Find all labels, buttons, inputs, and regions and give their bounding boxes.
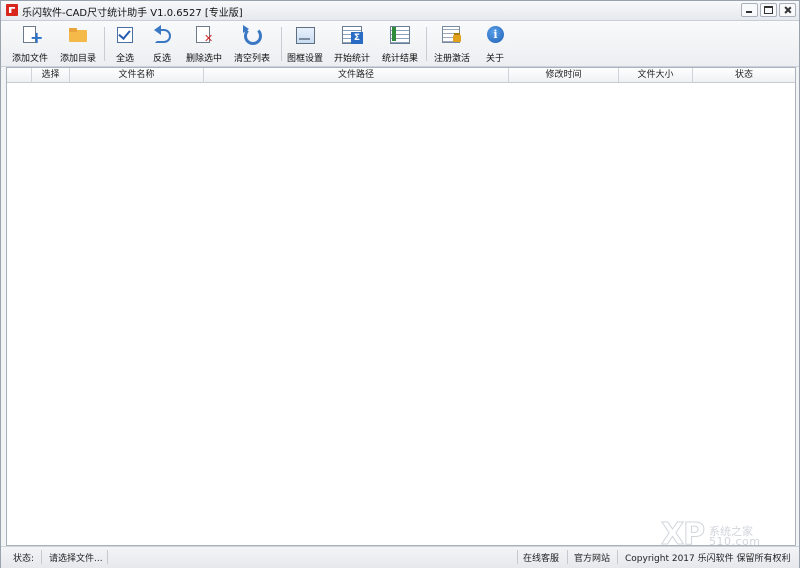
- folder-icon: [67, 24, 89, 46]
- lock-icon: [441, 24, 463, 46]
- row-indicator-header: [7, 68, 32, 82]
- toolbar-separator: [281, 27, 282, 61]
- delete-selected-label: 删除选中: [185, 54, 222, 64]
- table-header: 选择 文件名称 文件路径 修改时间 文件大小 状态: [7, 68, 795, 83]
- column-header-filepath[interactable]: 文件路径: [204, 68, 509, 82]
- frame-settings-label: 图框设置: [286, 54, 323, 64]
- stats-result-button[interactable]: 统计结果: [381, 23, 419, 64]
- column-header-status[interactable]: 状态: [693, 68, 795, 82]
- result-icon: [389, 24, 411, 46]
- clear-list-label: 清空列表: [233, 54, 270, 64]
- status-separator: [517, 550, 518, 564]
- app-window: 乐闪软件-CAD尺寸统计助手 V1.0.6527 [专业版] 添加文件 添加目录…: [0, 0, 800, 568]
- column-header-size[interactable]: 文件大小: [619, 68, 693, 82]
- window-controls: [741, 3, 796, 17]
- add-folder-label: 添加目录: [59, 54, 96, 64]
- status-separator: [617, 550, 618, 564]
- start-stats-button[interactable]: 开始统计: [333, 23, 371, 64]
- checkbox-icon: [114, 24, 136, 46]
- status-separator: [107, 550, 108, 564]
- select-all-button[interactable]: 全选: [113, 23, 137, 64]
- add-file-label: 添加文件: [12, 54, 49, 64]
- invert-selection-label: 反选: [152, 54, 171, 64]
- info-icon: [484, 24, 506, 46]
- sum-icon: [341, 24, 363, 46]
- window-title: 乐闪软件-CAD尺寸统计助手 V1.0.6527 [专业版]: [22, 8, 243, 19]
- select-all-label: 全选: [115, 54, 134, 64]
- column-header-modified[interactable]: 修改时间: [509, 68, 619, 82]
- frame-settings-button[interactable]: 图框设置: [286, 23, 324, 64]
- status-bar: 状态: 请选择文件... 在线客服 官方网站 Copyright 2017 乐闪…: [1, 546, 799, 568]
- app-logo-icon: [6, 4, 18, 16]
- maximize-button[interactable]: [760, 3, 777, 17]
- toolbar-separator: [426, 27, 427, 61]
- delete-selected-button[interactable]: 删除选中: [185, 23, 223, 64]
- start-stats-label: 开始统计: [333, 54, 370, 64]
- official-site-link[interactable]: 官方网站: [574, 551, 610, 564]
- status-separator: [567, 550, 568, 564]
- column-header-filename[interactable]: 文件名称: [70, 68, 204, 82]
- invert-selection-button[interactable]: 反选: [150, 23, 174, 64]
- close-button[interactable]: [779, 3, 796, 17]
- file-list-table[interactable]: 选择 文件名称 文件路径 修改时间 文件大小 状态: [6, 67, 796, 546]
- status-label: 状态:: [13, 554, 35, 564]
- add-file-icon: [19, 24, 43, 46]
- about-button[interactable]: 关于: [483, 23, 507, 64]
- add-file-button[interactable]: 添加文件: [12, 23, 48, 64]
- minimize-button[interactable]: [741, 3, 758, 17]
- stats-result-label: 统计结果: [381, 54, 418, 64]
- toolbar: 添加文件 添加目录 全选 反选 删除选中 清空列表 图框设置: [1, 21, 799, 67]
- frame-icon: [294, 24, 316, 46]
- delete-file-icon: [193, 24, 215, 46]
- clear-list-button[interactable]: 清空列表: [232, 23, 272, 64]
- about-label: 关于: [485, 54, 504, 64]
- column-header-select[interactable]: 选择: [32, 68, 70, 82]
- undo-icon: [151, 24, 173, 46]
- register-label: 注册激活: [433, 54, 470, 64]
- toolbar-separator: [104, 27, 105, 61]
- register-button[interactable]: 注册激活: [433, 23, 471, 64]
- status-text: 请选择文件...: [49, 554, 103, 564]
- copyright-text: Copyright 2017 乐闪软件 保留所有权利: [625, 554, 791, 564]
- add-folder-button[interactable]: 添加目录: [59, 23, 97, 64]
- title-bar[interactable]: 乐闪软件-CAD尺寸统计助手 V1.0.6527 [专业版]: [1, 1, 799, 21]
- refresh-icon: [241, 24, 263, 46]
- online-service-link[interactable]: 在线客服: [523, 551, 559, 564]
- status-separator: [41, 550, 42, 564]
